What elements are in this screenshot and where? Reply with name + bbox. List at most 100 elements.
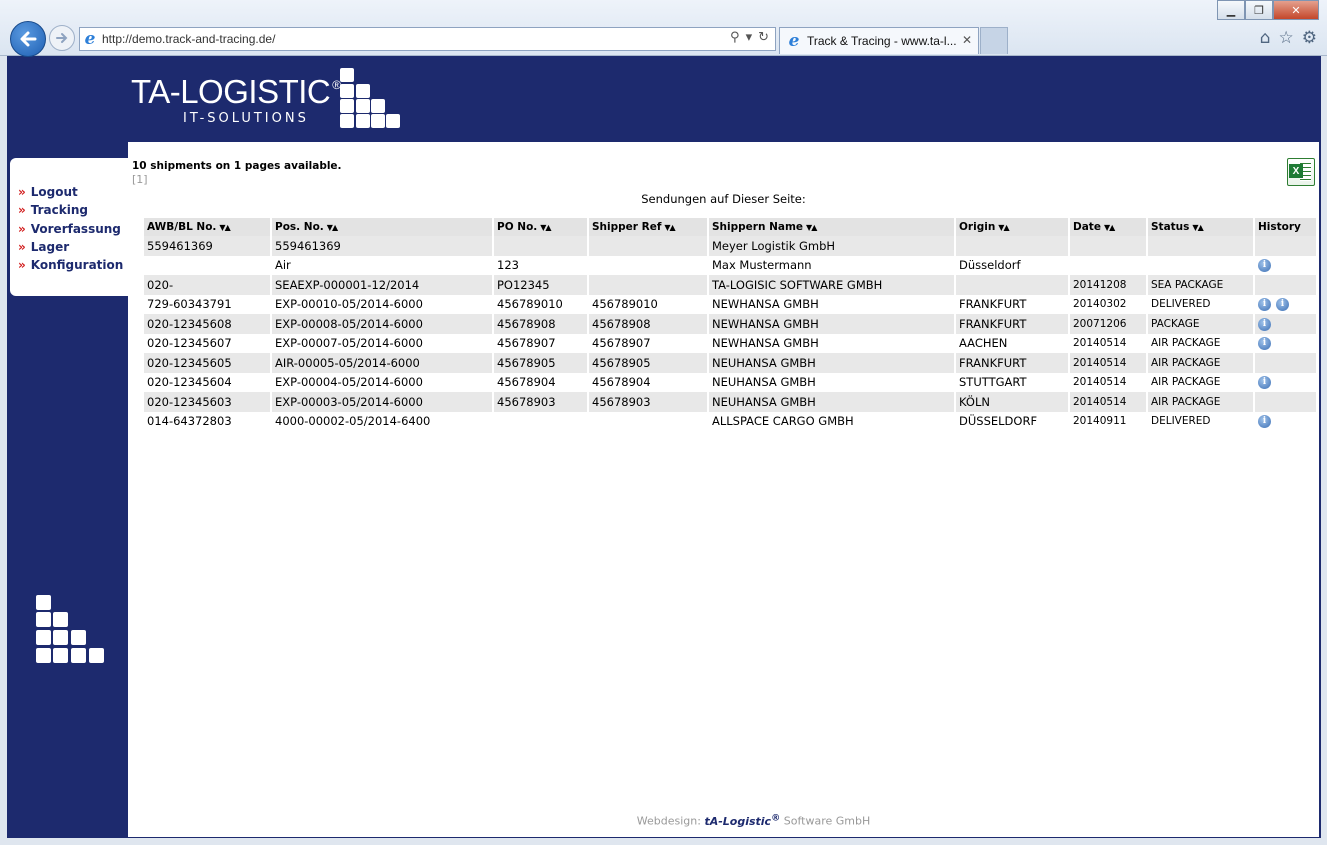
cell-status [1147,236,1255,256]
cell-name: NEWHANSA GMBH [708,333,956,353]
cell-status: AIR PACKAGE [1147,392,1255,412]
new-tab-button[interactable] [980,27,1008,54]
logo-subtitle: IT-SOLUTIONS [183,111,309,126]
table-row[interactable]: 020-12345603 EXP-00003-05/2014-6000 456789… [144,392,1318,412]
history-info-icon[interactable]: i [1276,298,1289,312]
table-row[interactable]: 559461369 559461369 Meyer Logistik GmbH [144,236,1318,256]
menu-item-konfiguration[interactable]: » Konfiguration [10,256,128,274]
cell-origin: KÖLN [955,392,1070,412]
url-text[interactable]: http://demo.track-and-tracing.de/ [102,32,275,46]
footer-brand[interactable]: tA-Logistic® [704,812,780,828]
sidebar-menu: » Logout » Tracking » Vorerfassung » Lager »… [10,158,128,296]
history-info-icon[interactable]: i [1258,376,1271,390]
dropdown-icon[interactable]: ▾ [746,30,753,45]
tab-close-icon[interactable]: ✕ [962,33,972,47]
browser-chrome: e http://demo.track-and-tracing.de/ ⚲ ▾ … [0,0,1327,57]
cell-ref: 45678905 [588,353,709,373]
cell-ref: 45678907 [588,333,709,353]
menu-item-logout[interactable]: » Logout [10,183,128,201]
history-info-icon[interactable]: i [1258,259,1271,273]
sort-icon: ▼▲ [1103,223,1115,232]
table-row[interactable]: 020-12345604 EXP-00004-05/2014-6000 456789… [144,372,1318,392]
cell-history: i [1254,411,1318,431]
table-header-row: AWB/BL No. ▼▲ Pos. No. ▼▲ PO No. ▼▲ Shipper… [144,218,1318,236]
refresh-icon[interactable]: ↻ [758,30,769,45]
table-row[interactable]: Air 123 Max Mustermann Düsseldorf i [144,255,1318,275]
home-icon[interactable]: ⌂ [1260,28,1271,48]
sort-icon: ▼▲ [540,223,551,232]
history-info-icon[interactable]: i [1258,415,1271,429]
column-header-po[interactable]: PO No. ▼▲ [493,218,589,236]
company-logo: TA-LOGISTIC ® IT-SOLUTIONS [131,70,341,126]
cell-name: Max Mustermann [708,255,956,275]
back-button[interactable] [10,21,46,57]
pagination[interactable]: [1] [132,173,148,186]
cell-po: 45678908 [493,314,589,334]
history-info-icon[interactable]: i [1258,317,1271,331]
cell-origin: FRANKFURT [955,314,1070,334]
web-page: TA-LOGISTIC ® IT-SOLUTIONS » Logout » Track… [7,56,1321,838]
column-header-origin[interactable]: Origin ▼▲ [955,218,1070,236]
cell-origin [955,236,1070,256]
cell-origin: FRANKFURT [955,294,1070,314]
column-header-awb[interactable]: AWB/BL No. ▼▲ [144,218,272,236]
cell-history: i [1254,333,1318,353]
column-header-shipper-ref[interactable]: Shipper Ref ▼▲ [588,218,709,236]
column-header-history: History [1254,218,1318,236]
table-row[interactable]: 020- SEAEXP-000001-12/2014 PO12345 TA-LOGIS… [144,275,1318,295]
menu-item-vorerfassung[interactable]: » Vorerfassung [10,220,128,238]
cell-status: DELIVERED [1147,294,1255,314]
cell-date: 20071206 [1069,314,1148,334]
cell-name: NEWHANSA GMBH [708,294,956,314]
settings-gear-icon[interactable]: ⚙ [1302,28,1317,48]
forward-button[interactable] [49,25,75,51]
favorites-star-icon[interactable]: ☆ [1279,28,1294,48]
table-row[interactable]: 020-12345607 EXP-00007-05/2014-6000 456789… [144,333,1318,353]
table-row[interactable]: 729-60343791 EXP-00010-05/2014-6000 456789… [144,294,1318,314]
table-row[interactable]: 020-12345608 EXP-00008-05/2014-6000 456789… [144,314,1318,334]
cell-awb: 020-12345605 [144,353,272,373]
search-icon[interactable]: ⚲ [730,30,740,45]
excel-export-icon[interactable]: X [1287,158,1315,186]
cell-status: PACKAGE [1147,314,1255,334]
column-header-date[interactable]: Date ▼▲ [1069,218,1148,236]
cell-history: ii [1254,294,1318,314]
table-row[interactable]: 014-64372803 4000-00002-05/2014-6400 ALLSP… [144,411,1318,431]
address-bar[interactable]: e http://demo.track-and-tracing.de/ ⚲ ▾ … [79,27,776,51]
cell-date: 20140514 [1069,353,1148,373]
cell-pos: EXP-00008-05/2014-6000 [271,314,494,334]
table-body: 559461369 559461369 Meyer Logistik GmbH Air… [144,236,1318,431]
cell-name: NEUHANSA GMBH [708,372,956,392]
table-row[interactable]: 020-12345605 AIR-00005-05/2014-6000 456789… [144,353,1318,373]
cell-date [1069,255,1148,275]
cell-po [493,236,589,256]
column-header-status[interactable]: Status ▼▲ [1147,218,1255,236]
cell-name: Meyer Logistik GmbH [708,236,956,256]
close-window-button[interactable]: ✕ [1273,0,1319,20]
browser-tools: ⌂ ☆ ⚙ [1260,28,1317,48]
menu-item-lager[interactable]: » Lager [10,238,128,256]
cell-origin: AACHEN [955,333,1070,353]
cell-ref [588,411,709,431]
cell-history: i [1254,314,1318,334]
cell-ref: 45678904 [588,372,709,392]
forward-arrow-icon [56,33,68,43]
cell-awb: 020-12345603 [144,392,272,412]
cell-status: AIR PACKAGE [1147,372,1255,392]
history-info-icon[interactable]: i [1258,298,1271,312]
cell-origin: Düsseldorf [955,255,1070,275]
cell-history: i [1254,372,1318,392]
history-info-icon[interactable]: i [1258,337,1271,351]
cell-name: NEUHANSA GMBH [708,353,956,373]
cell-po: PO12345 [493,275,589,295]
column-header-pos[interactable]: Pos. No. ▼▲ [271,218,494,236]
menu-item-tracking[interactable]: » Tracking [10,201,128,219]
minimize-button[interactable]: ▁ [1217,0,1245,20]
cell-origin [955,275,1070,295]
cell-history [1254,353,1318,373]
browser-tab[interactable]: e Track & Tracing - www.ta-l... ✕ [779,27,979,54]
column-header-shipper-name[interactable]: Shippern Name ▼▲ [708,218,956,236]
cell-awb: 020-12345604 [144,372,272,392]
window-controls: ▁ ❐ ✕ [1217,0,1319,20]
maximize-button[interactable]: ❐ [1245,0,1273,20]
